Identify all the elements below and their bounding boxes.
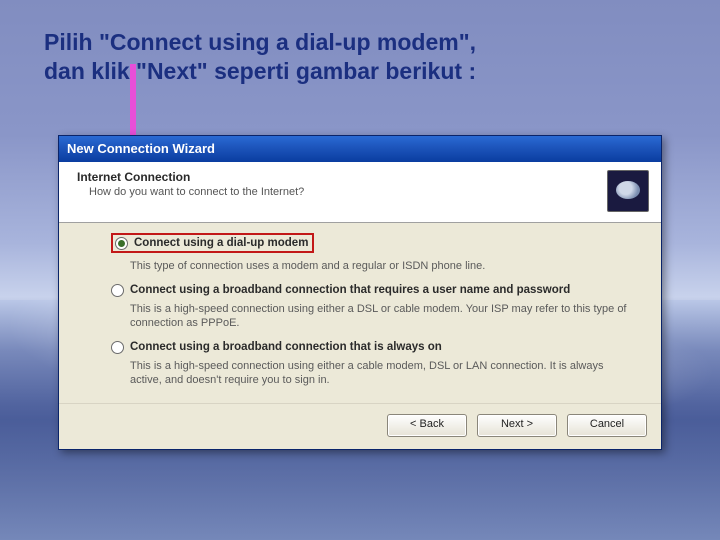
next-button[interactable]: Next > bbox=[477, 414, 557, 437]
radio-broadband-auth[interactable] bbox=[111, 284, 124, 297]
cancel-button[interactable]: Cancel bbox=[567, 414, 647, 437]
instruction-line2: dan klik "Next" seperti gambar berikut : bbox=[44, 58, 476, 84]
radio-broadband-always[interactable] bbox=[111, 341, 124, 354]
option-description: This type of connection uses a modem and… bbox=[130, 259, 629, 273]
wizard-step-title: Internet Connection bbox=[77, 170, 597, 184]
wizard-body: Connect using a dial-up modem This type … bbox=[59, 223, 661, 403]
instruction-line1: Pilih "Connect using a dial-up modem", bbox=[44, 29, 476, 55]
highlight-box: Connect using a dial-up modem bbox=[111, 233, 314, 253]
wizard-button-row: < Back Next > Cancel bbox=[59, 403, 661, 449]
option-description: This is a high-speed connection using ei… bbox=[130, 359, 629, 388]
wizard-window: New Connection Wizard Internet Connectio… bbox=[58, 135, 662, 450]
option-broadband-auth[interactable]: Connect using a broadband connection tha… bbox=[111, 283, 639, 330]
window-titlebar: New Connection Wizard bbox=[59, 136, 661, 162]
option-label: Connect using a broadband connection tha… bbox=[130, 283, 570, 297]
option-broadband-always[interactable]: Connect using a broadband connection tha… bbox=[111, 340, 639, 387]
wizard-header: Internet Connection How do you want to c… bbox=[59, 162, 661, 223]
slide-instruction-text: Pilih "Connect using a dial-up modem", d… bbox=[44, 28, 690, 86]
back-button[interactable]: < Back bbox=[387, 414, 467, 437]
option-label: Connect using a dial-up modem bbox=[134, 236, 308, 250]
window-title: New Connection Wizard bbox=[67, 141, 215, 156]
radio-dialup[interactable] bbox=[115, 237, 128, 250]
option-dialup[interactable]: Connect using a dial-up modem This type … bbox=[111, 233, 639, 273]
option-description: This is a high-speed connection using ei… bbox=[130, 302, 629, 331]
wizard-step-subtitle: How do you want to connect to the Intern… bbox=[89, 186, 597, 198]
globe-icon bbox=[607, 170, 649, 212]
option-label: Connect using a broadband connection tha… bbox=[130, 340, 442, 354]
